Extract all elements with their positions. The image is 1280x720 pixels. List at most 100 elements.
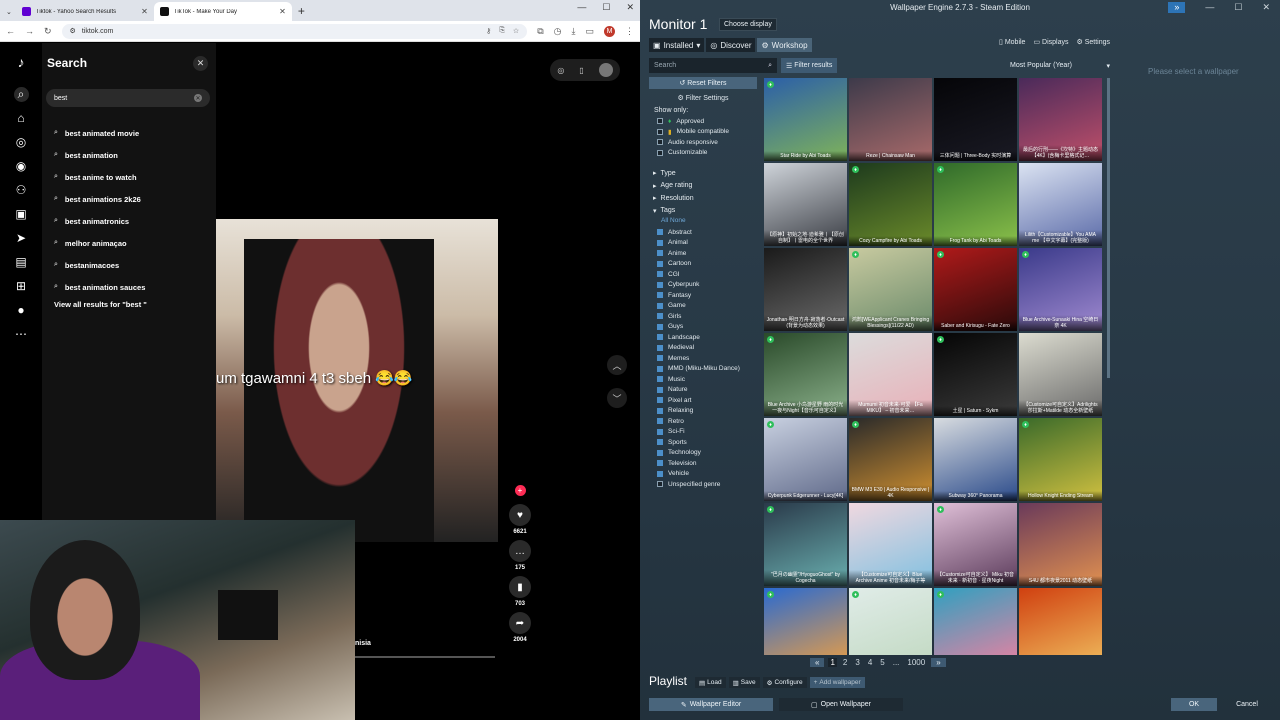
minimize-icon[interactable]: —	[577, 2, 586, 13]
page-number[interactable]: 5	[878, 658, 886, 667]
choose-display-button[interactable]: Choose display	[719, 18, 777, 31]
section-resolution[interactable]: ▸ Resolution	[649, 192, 757, 205]
more-icon[interactable]: ⋯	[15, 327, 27, 342]
bookmark-icon[interactable]: ▮	[509, 576, 531, 598]
tag-filter-item[interactable]: Anime	[649, 248, 757, 259]
tag-filter-item[interactable]: Game	[649, 301, 757, 312]
configure-playlist-button[interactable]: ⚙ Configure	[762, 677, 807, 688]
wallpaper-tile[interactable]: ♦ Blue Archive 小鸟游星野 雨的时光一夜与Night【音乐可自定义】	[764, 333, 847, 416]
wallpaper-tile[interactable]: ♦ "巴月の幽霊"/HyoguoGhost" by Cogecha	[764, 503, 847, 586]
wallpaper-tile[interactable]: 【Customize可自定义】Adrilights 莎拉斯+Matilde 动态…	[1019, 333, 1102, 416]
checkbox[interactable]	[657, 386, 663, 393]
tag-filter-item[interactable]: Guys	[649, 322, 757, 333]
suggestion-item[interactable]: ⌕ best animatronics	[54, 210, 214, 232]
wallpaper-tile[interactable]: ♦ BMW M3 E30 | Audio Responsive | 4K	[849, 418, 932, 501]
messages-icon[interactable]: ➤	[16, 231, 26, 246]
suggestion-item[interactable]: ⌕ best animation	[54, 144, 214, 166]
wallpaper-tile[interactable]: Reze | Chainsaw Man	[849, 78, 932, 161]
prev-page-button[interactable]: «	[810, 658, 825, 667]
profile-avatar[interactable]: M	[604, 25, 615, 37]
wallpaper-tile[interactable]: 【原神】初始之地·迪希雅丨【原创自制】丨雷电的全个世界	[764, 163, 847, 246]
sidebar-icon[interactable]: ▭	[585, 26, 594, 37]
save-playlist-button[interactable]: ▥ Save	[728, 677, 760, 688]
clear-search-icon[interactable]: ✕	[194, 94, 202, 102]
checkbox[interactable]	[657, 292, 663, 299]
grid-scrollbar[interactable]	[1107, 78, 1110, 378]
friends-icon[interactable]: ⚇	[16, 183, 27, 198]
checkbox[interactable]	[657, 470, 663, 477]
maximize-icon[interactable]: ☐	[1234, 2, 1242, 13]
tag-filter-item[interactable]: MMD (Miku-Miku Dance)	[649, 364, 757, 375]
open-wallpaper-button[interactable]: ▢ Open Wallpaper	[779, 698, 903, 711]
tag-filter-item[interactable]: Sci-Fi	[649, 427, 757, 438]
section-type[interactable]: ▸ Type	[649, 167, 757, 180]
suggestion-item[interactable]: ⌕ bestanimacoes	[54, 254, 214, 276]
keyboard-icon[interactable]: ◎	[557, 66, 564, 75]
save-action[interactable]: ▮ 703	[509, 576, 531, 607]
omnibox[interactable]: ⚙ tiktok.com ⚷ ⎘ ☆	[61, 23, 528, 39]
next-page-button[interactable]: »	[931, 658, 946, 667]
close-tab-icon[interactable]: ✕	[141, 7, 148, 16]
tab-discover[interactable]: ◎ Discover	[706, 38, 756, 52]
checkbox[interactable]	[657, 313, 663, 320]
page-number[interactable]: 3	[853, 658, 861, 667]
tag-filter-item[interactable]: Nature	[649, 385, 757, 396]
load-playlist-button[interactable]: ▤ Load	[695, 677, 726, 688]
suggestion-item[interactable]: ⌕ best anime to watch	[54, 166, 214, 188]
checkbox[interactable]	[657, 376, 663, 383]
history-icon[interactable]: ◷	[554, 26, 562, 37]
tiktok-logo-icon[interactable]: ♪	[18, 55, 25, 70]
wallpaper-tile[interactable]: ♦ Cozy Campfire by Abi Toads	[849, 163, 932, 246]
cancel-button[interactable]: Cancel	[1223, 698, 1271, 711]
wallpaper-tile[interactable]: Lilith【Customizable】You AMA me 【中文字幕】(完整…	[1019, 163, 1102, 246]
checkbox[interactable]	[657, 239, 663, 246]
checkbox[interactable]	[657, 260, 663, 267]
checkbox[interactable]	[657, 428, 663, 435]
page-number[interactable]: 1	[828, 658, 837, 667]
checkbox[interactable]	[657, 229, 663, 236]
tab-tiktok[interactable]: TikTok - Make Your Day ✕	[153, 2, 292, 21]
all-none-toggle[interactable]: All None	[649, 217, 757, 227]
wallpaper-tile[interactable]: ♦ Frog Tank by Abi Toads	[934, 163, 1017, 246]
checkbox[interactable]	[657, 344, 663, 351]
checkbox[interactable]	[657, 449, 663, 456]
comment-action[interactable]: … 175	[509, 540, 531, 571]
filter-mobile-compatible[interactable]: ▮ Mobile compatible	[649, 127, 757, 138]
extensions-icon[interactable]: ⧉	[537, 26, 543, 37]
checkbox[interactable]	[657, 481, 663, 488]
tag-filter-item[interactable]: Medieval	[649, 343, 757, 354]
tag-filter-item[interactable]: Relaxing	[649, 406, 757, 417]
filter-audio-responsive[interactable]: Audio responsive	[649, 137, 757, 148]
wallpaper-tile[interactable]: 【Customize可自定义】Blue Archive Anime 初音未来/梅…	[849, 503, 932, 586]
checkbox[interactable]	[657, 323, 663, 330]
checkbox[interactable]	[657, 302, 663, 309]
checkbox[interactable]	[657, 407, 663, 414]
tab-search-icon[interactable]: ⌄	[6, 8, 12, 16]
close-window-icon[interactable]: ✕	[1262, 2, 1270, 13]
reload-icon[interactable]: ↻	[44, 26, 52, 37]
following-avatar-icon[interactable]: ◉	[16, 159, 26, 174]
tag-filter-item[interactable]: Music	[649, 374, 757, 385]
minimize-icon[interactable]: —	[1205, 2, 1214, 13]
maximize-icon[interactable]: ☐	[602, 2, 610, 13]
phone-icon[interactable]: ▯	[579, 66, 583, 75]
user-avatar[interactable]	[598, 63, 613, 77]
suggestion-item[interactable]: ⌕ best animated movie	[54, 122, 214, 144]
upload-icon[interactable]: ⊞	[16, 279, 26, 294]
displays-button[interactable]: ▭ Displays	[1033, 38, 1068, 46]
wallpaper-tile[interactable]: ♦ Star Ride by Abi Toads	[764, 78, 847, 161]
new-tab-button[interactable]: +	[298, 4, 305, 18]
wallpaper-tile[interactable]: Jonathan·明日方舟·寂落者·Outcast (背景为动态效果)	[764, 248, 847, 331]
tag-filter-item[interactable]: Television	[649, 458, 757, 469]
page-number[interactable]: 1000	[905, 658, 927, 667]
tag-filter-item[interactable]: Vehicle	[649, 469, 757, 480]
wallpaper-tile[interactable]: ♦ Blue Archive-Sunaaki Hina 空崎日奈 4K	[1019, 248, 1102, 331]
suggestion-item[interactable]: ⌕ best animation sauces	[54, 276, 214, 298]
wallpaper-tile[interactable]: ♦ Hollow Knight Ending Stream	[1019, 418, 1102, 501]
explore-icon[interactable]: ◎	[16, 135, 26, 150]
tag-filter-item[interactable]: Landscape	[649, 332, 757, 343]
checkbox[interactable]	[657, 397, 663, 404]
wallpaper-tile[interactable]	[1019, 588, 1102, 655]
site-info-icon[interactable]: ⚙	[70, 27, 76, 35]
checkbox[interactable]	[657, 418, 663, 425]
